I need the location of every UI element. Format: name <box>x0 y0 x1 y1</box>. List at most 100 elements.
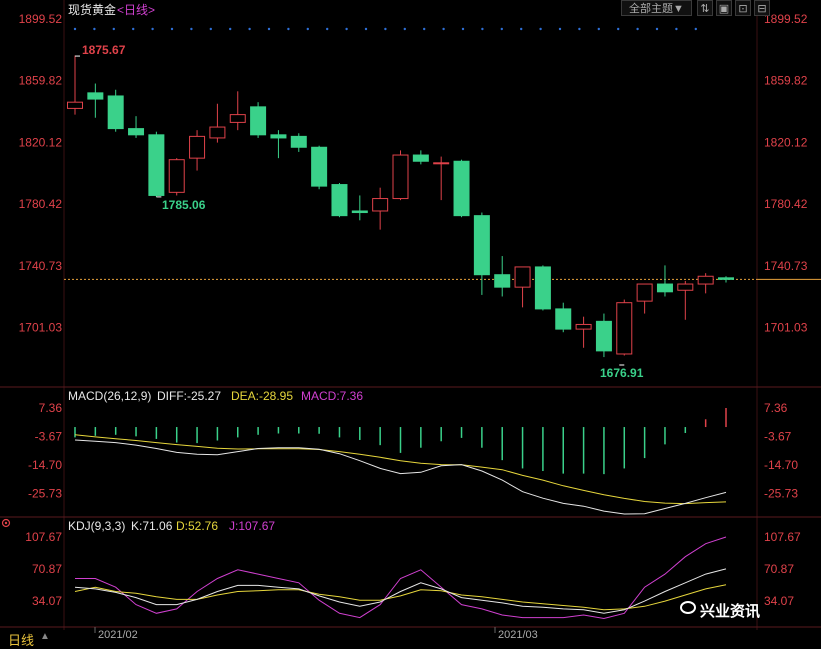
low-label-2: 1676.91 <box>600 366 644 380</box>
watermark: 兴业资讯 <box>700 603 761 620</box>
candle-body <box>473 215 490 276</box>
marker-dot <box>423 27 426 31</box>
candle-body <box>453 160 470 217</box>
macd-value: MACD:7.36 <box>301 389 364 403</box>
price-tick-right: 1899.52 <box>764 12 808 26</box>
kdj-j: J:107.67 <box>229 519 276 533</box>
kdj-tick-left: 107.67 <box>25 530 62 544</box>
candle-body <box>331 184 348 217</box>
kdj-tick-left: 70.87 <box>32 562 62 576</box>
candle-body <box>372 198 389 212</box>
marker-dot <box>636 27 639 31</box>
low-label-1: 1785.06 <box>162 198 206 212</box>
toolbar-button-3[interactable]: ⊡ <box>735 0 751 16</box>
candle-body <box>636 283 653 302</box>
candle-body <box>697 275 714 285</box>
kdj-d-line <box>74 584 727 611</box>
marker-dot <box>655 27 659 31</box>
candle-body <box>209 126 226 139</box>
chart-canvas: 1899.52 1899.52 1859.82 1859.82 1820.12 1820.… <box>0 0 821 633</box>
marker-dot <box>617 27 620 31</box>
toolbar-button-1[interactable]: ⇅ <box>697 0 713 16</box>
candle-body <box>148 134 165 196</box>
marker-dot <box>93 27 96 31</box>
marker-dot <box>481 27 484 31</box>
marker-dot <box>326 27 329 31</box>
candle-body <box>534 266 551 310</box>
marker-dot <box>306 27 309 31</box>
candle-body <box>392 154 409 200</box>
candle-body <box>87 92 104 100</box>
candle-body <box>351 210 368 214</box>
candle-body <box>168 159 185 193</box>
kdj-tick-right: 34.07 <box>764 594 794 608</box>
macd-diff: DIFF:-25.27 <box>157 389 222 403</box>
period-tag[interactable]: <日线> <box>117 1 155 18</box>
candle-body <box>494 274 511 288</box>
date-label-feb: 2021/02 <box>98 629 138 641</box>
candle-body <box>311 146 328 187</box>
marker-dot <box>694 27 697 31</box>
candle-body <box>250 106 267 136</box>
candle-body <box>128 128 145 136</box>
marker-dot <box>442 27 445 31</box>
marker-dot <box>461 27 465 31</box>
candle-body <box>514 266 531 288</box>
marker-dot <box>73 27 77 31</box>
macd-tick-left: -14.70 <box>28 458 62 472</box>
candle-body <box>433 162 450 165</box>
marker-dot <box>190 27 193 31</box>
candle-body <box>270 134 287 139</box>
macd-tick-right: -3.67 <box>764 430 792 444</box>
kdj-k: K:71.06 <box>131 519 173 533</box>
marker-dot <box>132 27 135 31</box>
candle-body <box>107 95 124 130</box>
candle-body <box>67 101 83 109</box>
candle-body <box>595 320 612 352</box>
kdj-tick-right: 70.87 <box>764 562 794 576</box>
price-tick-left: 1780.42 <box>19 197 63 211</box>
marker-dot <box>500 27 503 31</box>
kdj-tick-right: 107.67 <box>764 530 801 544</box>
marker-dot <box>287 27 290 31</box>
marker-dot <box>209 27 212 31</box>
macd-tick-left: -25.73 <box>28 487 62 501</box>
macd-tick-left: -3.67 <box>35 430 63 444</box>
high-label: 1875.67 <box>82 43 126 57</box>
marker-dot <box>520 27 523 31</box>
price-tick-left: 1740.73 <box>19 259 63 273</box>
marker-dot <box>364 27 368 31</box>
marker-dot <box>384 27 387 31</box>
wechat-icon <box>680 601 696 614</box>
price-tick-right: 1701.03 <box>764 321 808 335</box>
period-button[interactable]: 日线 <box>8 630 34 649</box>
macd-tick-left: 7.36 <box>39 401 63 415</box>
kdj-k-line <box>74 568 727 614</box>
kdj-d: D:52.76 <box>176 519 219 533</box>
marker-dot <box>403 27 406 31</box>
marker-dot <box>578 27 581 31</box>
marker-dot <box>170 27 174 31</box>
price-tick-left: 1701.03 <box>19 321 63 335</box>
kdj-label: KDJ(9,3,3) <box>68 519 126 533</box>
macd-tick-right: 7.36 <box>764 401 788 415</box>
macd-tick-right: -25.73 <box>764 487 798 501</box>
theme-dropdown[interactable]: 全部主题▼ <box>621 0 692 16</box>
macd-label: MACD(26,12,9) <box>68 389 152 403</box>
toolbar-button-2[interactable]: ▣ <box>716 0 732 16</box>
kdj-tick-left: 34.07 <box>32 594 62 608</box>
macd-dea: DEA:-28.95 <box>231 389 294 403</box>
marker-dot <box>597 27 600 31</box>
candle-body <box>616 302 633 355</box>
candle-body <box>555 308 572 330</box>
toolbar-button-4[interactable]: ⊟ <box>754 0 770 16</box>
marker-dot <box>675 27 678 31</box>
candle-body <box>189 135 206 159</box>
price-tick-right: 1859.82 <box>764 74 808 88</box>
marker-dot <box>558 27 562 31</box>
kdj-j-line <box>75 536 727 620</box>
price-tick-right: 1820.12 <box>764 135 808 149</box>
price-tick-left: 1899.52 <box>19 12 63 26</box>
kdj-indicator-dot <box>4 521 8 525</box>
period-arrow-icon[interactable]: ▲ <box>40 631 50 642</box>
